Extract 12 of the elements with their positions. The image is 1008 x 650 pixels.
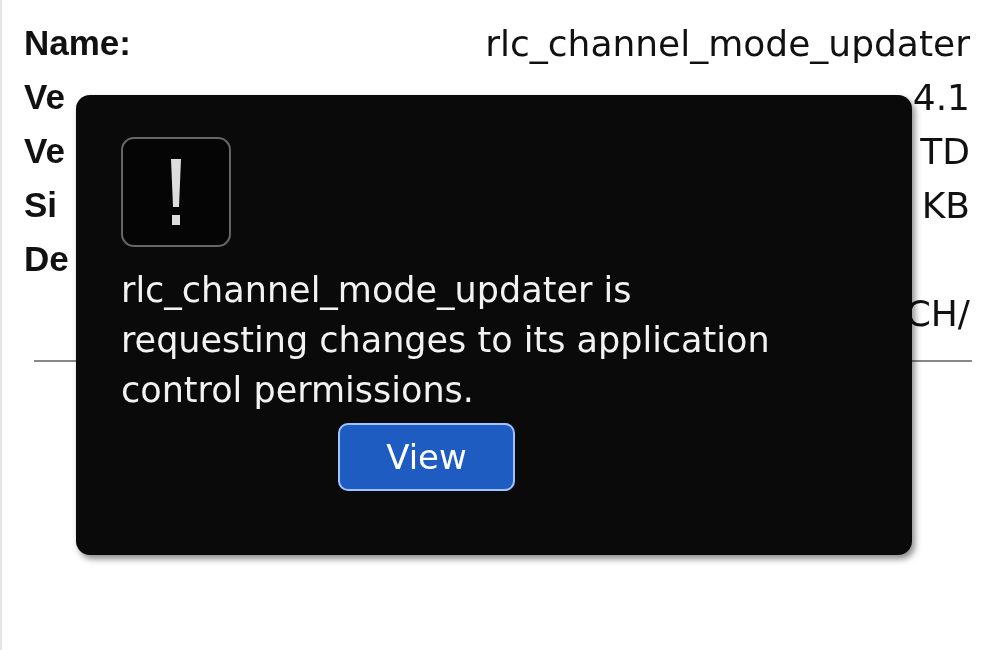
field-value: KB xyxy=(921,184,970,226)
exclamation-icon xyxy=(121,137,231,247)
field-label: De xyxy=(24,239,69,279)
view-button[interactable]: View xyxy=(338,423,515,491)
field-label: Ve xyxy=(24,77,65,117)
field-value: 4.1 xyxy=(912,76,970,118)
field-value: rlc_channel_mode_updater xyxy=(485,22,970,64)
field-label: Name: xyxy=(24,23,131,63)
field-label: Ve xyxy=(24,131,65,171)
field-label: Si xyxy=(24,185,58,225)
dialog-message: rlc_channel_mode_updater is requesting changes to its application control permissions. xyxy=(121,269,771,412)
field-value: TD xyxy=(920,130,970,172)
